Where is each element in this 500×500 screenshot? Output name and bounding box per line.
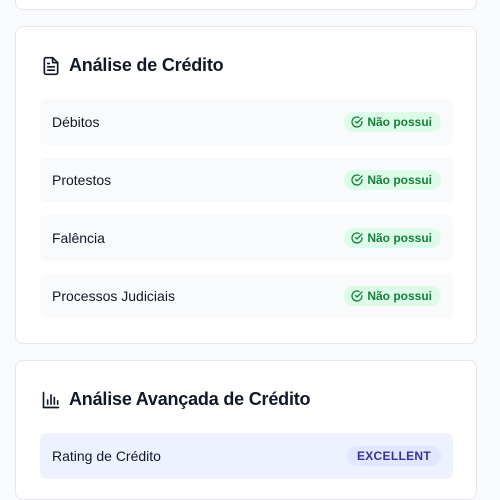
status-badge: Não possui — [344, 286, 441, 306]
credit-item-processos-judiciais: Processos Judiciais Não possui — [40, 273, 453, 319]
bar-chart-icon — [41, 390, 61, 410]
status-text: Não possui — [367, 289, 432, 303]
advanced-credit-analysis-card: Análise Avançada de Crédito Rating de Cr… — [15, 360, 477, 500]
check-circle-icon — [351, 290, 363, 302]
check-circle-icon — [351, 174, 363, 186]
document-icon — [41, 56, 61, 76]
credit-analysis-title: Análise de Crédito — [69, 55, 224, 75]
status-text: Não possui — [367, 231, 432, 245]
status-badge: Não possui — [344, 112, 441, 132]
credit-rating-label: Rating de Crédito — [52, 448, 161, 464]
credit-item-protestos: Protestos Não possui — [40, 157, 453, 203]
credit-analysis-header: Análise de Crédito — [41, 55, 224, 76]
previous-card — [15, 0, 477, 10]
credit-item-label: Protestos — [52, 172, 112, 188]
status-text: Não possui — [367, 173, 432, 187]
credit-item-falencia: Falência Não possui — [40, 215, 453, 261]
check-circle-icon — [351, 116, 363, 128]
check-circle-icon — [351, 232, 363, 244]
credit-rating-row: Rating de Crédito EXCELLENT — [40, 433, 453, 479]
credit-item-label: Débitos — [52, 114, 100, 130]
advanced-credit-analysis-title: Análise Avançada de Crédito — [69, 389, 311, 409]
status-badge: Não possui — [344, 228, 441, 248]
credit-item-debitos: Débitos Não possui — [40, 99, 453, 145]
credit-analysis-list: Débitos Não possui Protestos Não possui … — [40, 99, 453, 331]
status-text: Não possui — [367, 115, 432, 129]
credit-item-label: Falência — [52, 230, 105, 246]
advanced-credit-analysis-header: Análise Avançada de Crédito — [41, 389, 311, 410]
credit-item-label: Processos Judiciais — [52, 288, 175, 304]
credit-rating-badge: EXCELLENT — [346, 446, 441, 466]
status-badge: Não possui — [344, 170, 441, 190]
credit-analysis-card: Análise de Crédito Débitos Não possui Pr… — [15, 26, 477, 344]
